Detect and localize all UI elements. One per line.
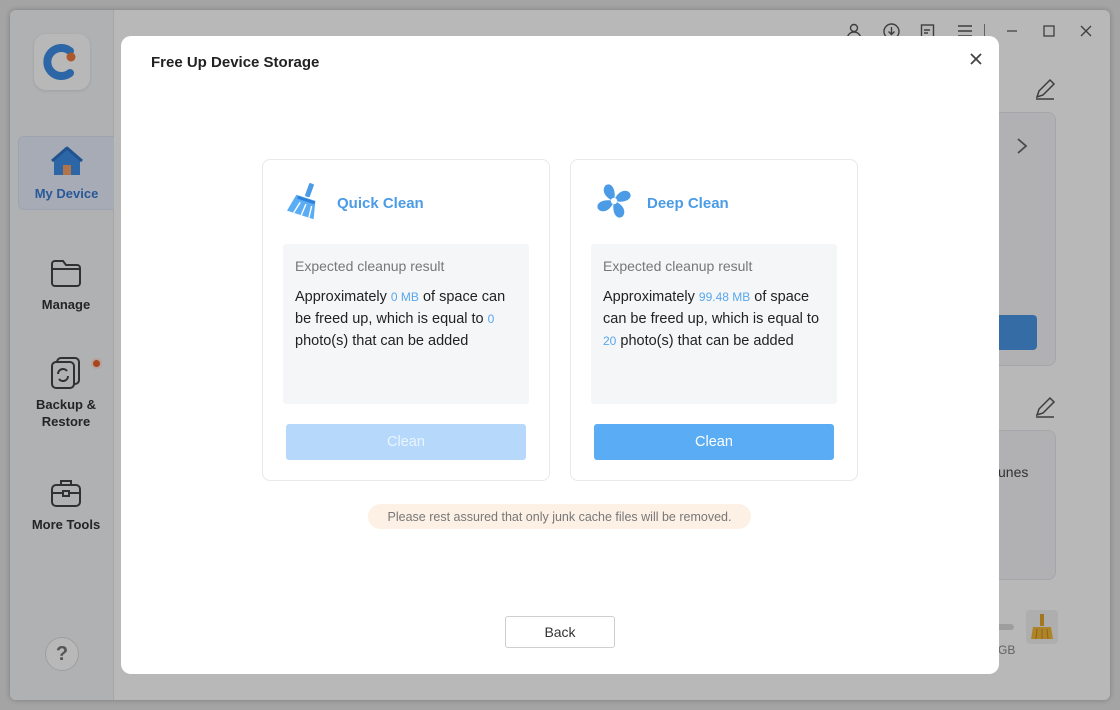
deep-clean-button[interactable]: Clean [594,424,834,460]
quick-clean-header: Quick Clean [287,182,424,225]
quick-clean-result-box: Expected cleanup result Approximately 0 … [283,244,529,404]
photo-count-value: 0 [487,312,495,326]
result-description: Approximately 0 MB of space can be freed… [295,286,517,352]
freed-space-value: 99.48 MB [698,290,751,304]
quick-clean-title: Quick Clean [337,195,424,212]
result-text-part: photo(s) that can be added [295,333,469,349]
deep-clean-card: Deep Clean Expected cleanup result Appro… [570,159,858,481]
result-text-part: Approximately [295,289,391,305]
result-label: Expected cleanup result [603,258,753,274]
back-button[interactable]: Back [505,616,615,648]
dialog-title: Free Up Device Storage [151,54,320,71]
quick-clean-button[interactable]: Clean [286,424,526,460]
free-up-storage-dialog: Free Up Device Storage Quick Clean Expec… [121,36,999,674]
result-label: Expected cleanup result [295,258,445,274]
close-icon[interactable] [965,48,987,70]
deep-clean-result-box: Expected cleanup result Approximately 99… [591,244,837,404]
junk-cache-notice: Please rest assured that only junk cache… [368,504,751,529]
broom-icon [287,182,323,225]
freed-space-value: 0 MB [390,290,419,304]
deep-clean-title: Deep Clean [647,195,729,212]
photo-count-value: 20 [603,334,617,348]
result-description: Approximately 99.48 MB of space can be f… [603,286,825,352]
result-text-part: photo(s) that can be added [616,333,794,349]
result-text-part: Approximately [603,289,699,305]
deep-clean-header: Deep Clean [595,182,729,225]
quick-clean-card: Quick Clean Expected cleanup result Appr… [262,159,550,481]
fan-icon [595,182,633,225]
